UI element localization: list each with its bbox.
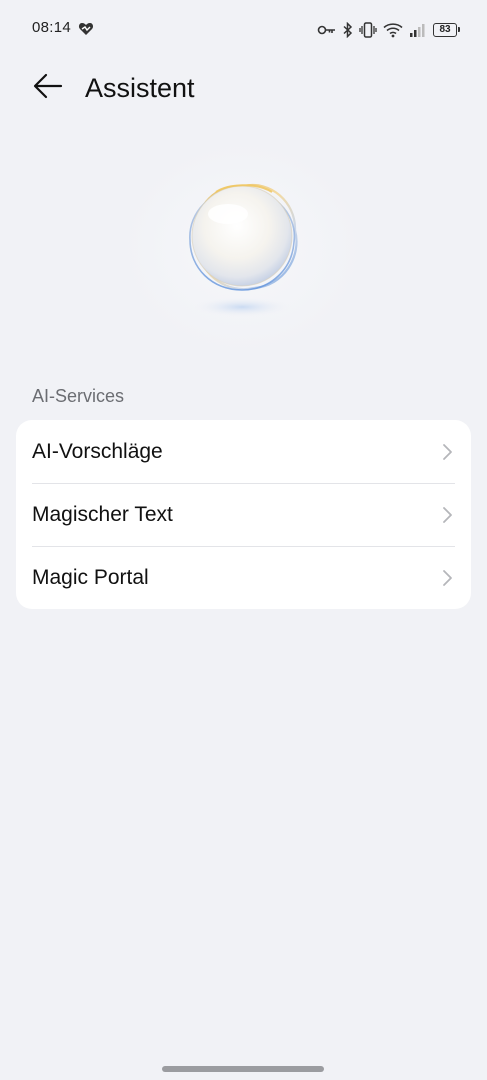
key-icon [317, 23, 337, 37]
heart-sync-icon [78, 21, 94, 37]
assistant-orb-icon [120, 140, 365, 355]
list-item-magischer-text[interactable]: Magischer Text [16, 483, 471, 546]
app-header: Assistent [0, 60, 487, 116]
battery-icon: 83 [433, 23, 460, 37]
list-item-label: Magic Portal [32, 565, 149, 589]
arrow-left-icon [33, 73, 63, 104]
home-indicator[interactable] [162, 1066, 324, 1072]
wifi-icon [383, 22, 403, 38]
assistant-hero [120, 140, 365, 355]
assistant-settings-screen: 08:14 83 Assistent AI-Services AI-Vorsch… [0, 0, 487, 1080]
chevron-right-icon [441, 506, 453, 524]
vibrate-icon [359, 22, 377, 38]
bluetooth-icon [343, 22, 353, 38]
status-bar: 08:14 83 [0, 0, 487, 60]
battery-level: 83 [439, 24, 451, 35]
chevron-right-icon [441, 443, 453, 461]
ai-services-card: AI-Vorschläge Magischer Text Magic Porta… [16, 420, 471, 609]
list-item-magic-portal[interactable]: Magic Portal [16, 546, 471, 609]
list-item-label: Magischer Text [32, 502, 173, 526]
list-item-label: AI-Vorschläge [32, 439, 163, 463]
status-icons: 83 [317, 18, 460, 42]
back-button[interactable] [28, 72, 68, 104]
section-label-ai-services: AI-Services [32, 386, 125, 406]
chevron-right-icon [441, 569, 453, 587]
status-time: 08:14 [32, 19, 72, 36]
signal-icon [409, 22, 427, 38]
list-item-ai-vorschlaege[interactable]: AI-Vorschläge [16, 420, 471, 483]
page-title: Assistent [85, 73, 195, 103]
